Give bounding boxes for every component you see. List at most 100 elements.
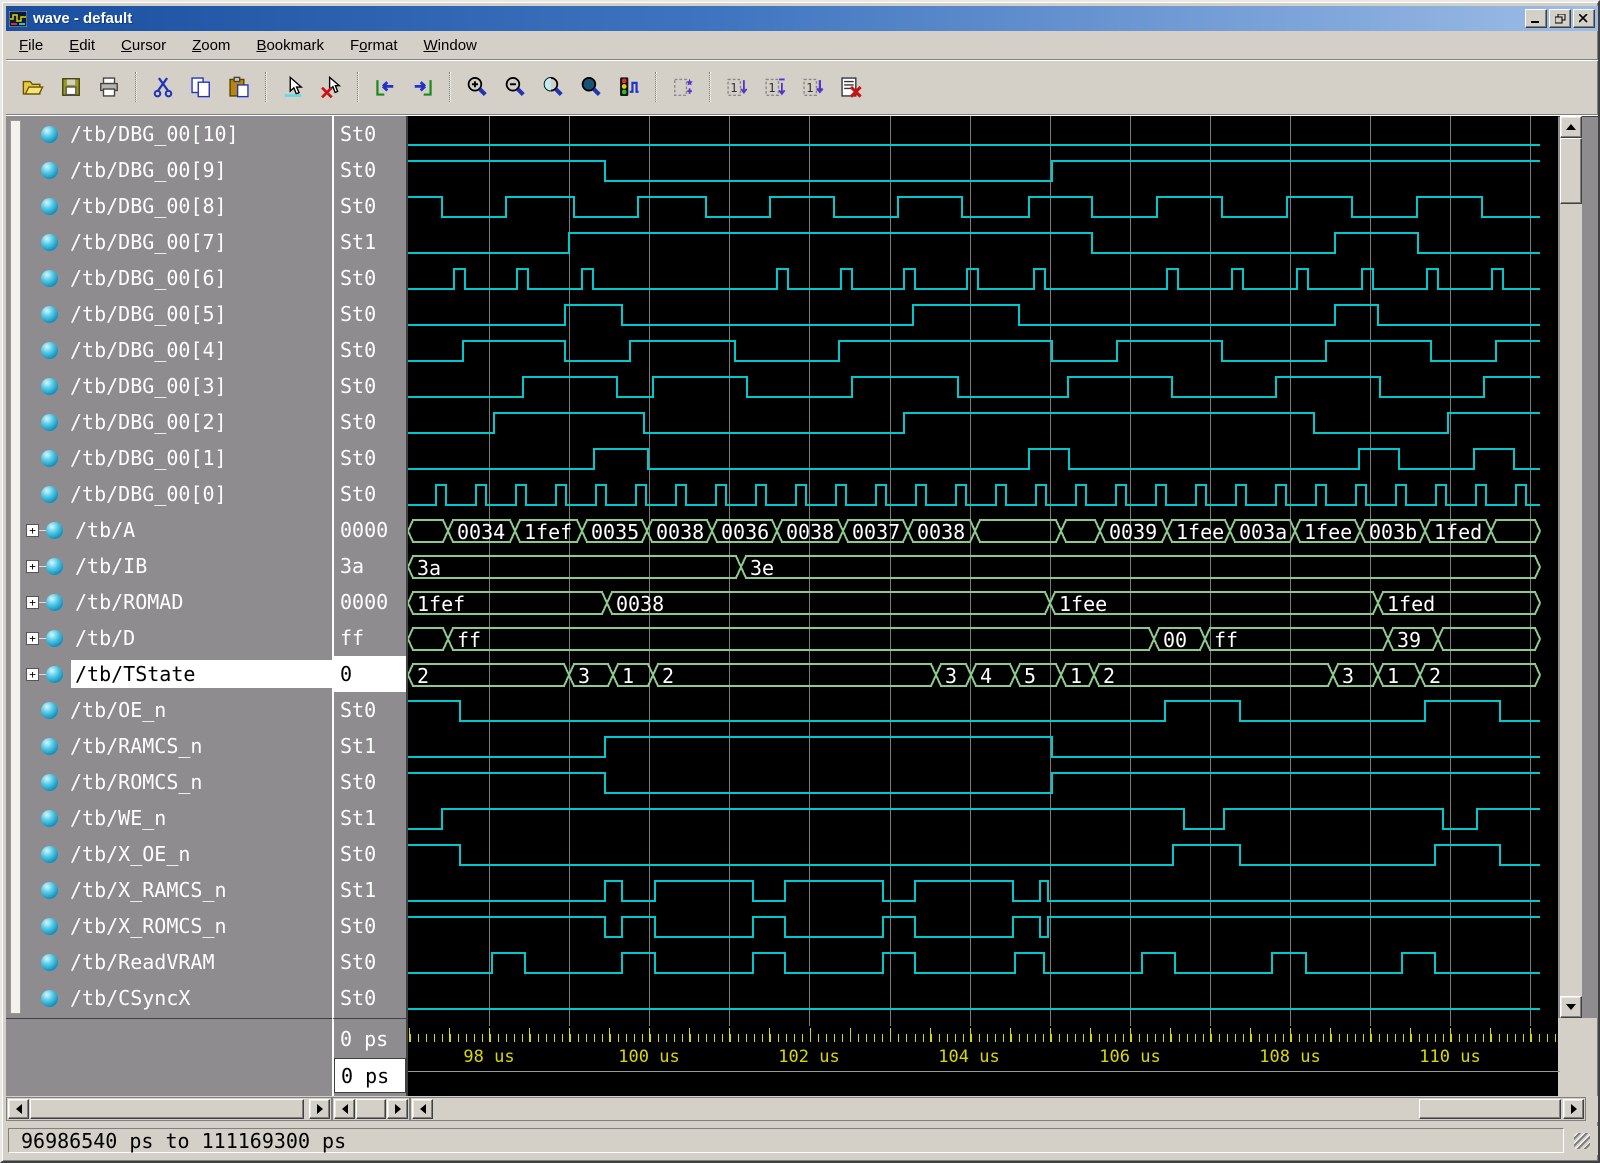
signal-row[interactable]: +/tb/IB [6,548,332,584]
zoom-full-icon [580,76,602,98]
signal-row[interactable]: /tb/X_OE_n [6,836,332,872]
names-scroll-thumb[interactable] [30,1099,304,1119]
svg-text:5: 5 [1024,664,1036,688]
signal-name: /tb/DBG_00[8] [66,192,231,220]
menu-format[interactable]: Format [337,33,411,58]
vertical-scroll-thumb[interactable] [1560,138,1582,204]
signal-names-panel[interactable]: /tb/DBG_00[10]/tb/DBG_00[9] /tb/DBG_00[8]… [6,116,332,1018]
scroll-down-button[interactable] [1560,996,1582,1018]
signal-row[interactable]: /tb/ROMCS_n [6,764,332,800]
signal-row[interactable]: /tb/DBG_00[1] [6,440,332,476]
signal-row[interactable]: +/tb/A [6,512,332,548]
wave-scroll-thumb[interactable] [1419,1099,1561,1119]
values-scroll-right-button[interactable] [387,1099,408,1119]
values-horizontal-scrollbar[interactable] [332,1097,410,1121]
toolbar-separator [357,72,359,102]
find-next-transition-button[interactable] [404,69,442,105]
signal-row[interactable]: /tb/ReadVRAM [6,944,332,980]
signal-sphere-icon [41,414,58,431]
signal-row[interactable]: /tb/X_RAMCS_n [6,872,332,908]
zoom-full-button[interactable] [572,69,610,105]
menu-window[interactable]: Window [411,33,490,58]
values-scroll-left-button[interactable] [334,1099,355,1119]
cut-icon [152,76,174,98]
minimize-button[interactable] [1525,9,1547,28]
names-scroll-right-button[interactable] [309,1099,330,1119]
move-wave-button[interactable]: 1 [794,69,832,105]
signal-row[interactable]: /tb/DBG_00[5] [6,296,332,332]
cut-button[interactable] [144,69,182,105]
add-cursor-button[interactable] [274,69,312,105]
menu-file[interactable]: File [6,33,56,58]
delete-cursor-button[interactable] [312,69,350,105]
paste-button[interactable] [220,69,258,105]
svg-text:4: 4 [980,664,992,688]
values-scroll-thumb[interactable] [356,1099,386,1119]
resize-grip-icon[interactable] [1574,1133,1590,1149]
wave-scroll-right-button[interactable] [1563,1099,1584,1119]
signal-values-panel[interactable]: St0St0St0St1St0St0St0St0St0St0St000003a0… [332,116,406,1018]
signal-row[interactable]: +/tb/D [6,620,332,656]
signal-row[interactable]: /tb/OE_n [6,692,332,728]
expand-plus-icon[interactable]: + [26,668,39,681]
find-next-transition-icon [412,76,434,98]
signal-name: /tb/DBG_00[1] [66,444,231,472]
menu-bookmark[interactable]: Bookmark [243,33,337,58]
title-bar[interactable]: wave - default [6,6,1598,31]
close-button[interactable] [1573,9,1595,28]
find-previous-transition-button[interactable] [366,69,404,105]
signal-row[interactable]: /tb/DBG_00[10] [6,116,332,152]
open-button[interactable] [14,69,52,105]
restore-button[interactable] [1549,9,1571,28]
signal-row[interactable]: /tb/DBG_00[3] [6,368,332,404]
signal-row[interactable]: /tb/DBG_00[9] [6,152,332,188]
expand-plus-icon[interactable]: + [26,596,39,609]
move-wave-icon: 1 [802,76,824,98]
signal-value: St0 [334,944,406,980]
menu-cursor[interactable]: Cursor [108,33,179,58]
signal-row[interactable]: /tb/RAMCS_n [6,728,332,764]
signal-row[interactable]: +/tb/TState [6,656,332,692]
zoom-out-button[interactable] [496,69,534,105]
waveform-canvas[interactable]: 00341fef00350038003600380037003800391fee… [406,116,1558,1018]
signal-row[interactable]: /tb/DBG_00[0] [6,476,332,512]
signal-row[interactable]: /tb/DBG_00[2] [6,404,332,440]
zoom-range-icon [618,76,640,98]
time-ruler[interactable]: 98 us100 us102 us104 us106 us108 us110 u… [406,1018,1558,1096]
names-scrollbar-track[interactable] [10,120,21,1014]
names-horizontal-scrollbar[interactable] [6,1097,332,1121]
zoom-in-button[interactable] [458,69,496,105]
zoom-area-button[interactable] [534,69,572,105]
signal-name: /tb/WE_n [66,804,170,832]
edit-wave-button[interactable] [664,69,702,105]
wave-scroll-left-button[interactable] [412,1099,433,1119]
expand-plus-icon[interactable]: + [26,632,39,645]
svg-text:2: 2 [1103,664,1115,688]
names-scroll-left-button[interactable] [8,1099,29,1119]
menu-zoom[interactable]: Zoom [179,33,243,58]
signal-value: St0 [334,296,406,332]
signal-row[interactable]: +/tb/ROMAD [6,584,332,620]
expand-plus-icon[interactable]: + [26,560,39,573]
signal-row[interactable]: /tb/DBG_00[4] [6,332,332,368]
signal-name: /tb/DBG_00[5] [66,300,231,328]
remove-all-waves-button[interactable] [832,69,870,105]
signal-row[interactable]: /tb/WE_n [6,800,332,836]
copy-button[interactable] [182,69,220,105]
print-button[interactable] [90,69,128,105]
signal-row[interactable]: /tb/CSyncX [6,980,332,1016]
wave-vertical-scrollbar[interactable] [1560,116,1582,1018]
cursor-time-selected[interactable]: 0 ps [334,1058,406,1093]
append-wave-button[interactable]: 1 [756,69,794,105]
signal-row[interactable]: /tb/DBG_00[7] [6,224,332,260]
scroll-up-button[interactable] [1560,116,1582,138]
expand-plus-icon[interactable]: + [26,524,39,537]
insert-wave-button[interactable]: 1 [718,69,756,105]
signal-row[interactable]: /tb/DBG_00[8] [6,188,332,224]
signal-row[interactable]: /tb/X_ROMCS_n [6,908,332,944]
save-button[interactable] [52,69,90,105]
signal-row[interactable]: /tb/DBG_00[6] [6,260,332,296]
wave-horizontal-scrollbar[interactable] [410,1097,1586,1121]
zoom-range-button[interactable] [610,69,648,105]
menu-edit[interactable]: Edit [56,33,108,58]
